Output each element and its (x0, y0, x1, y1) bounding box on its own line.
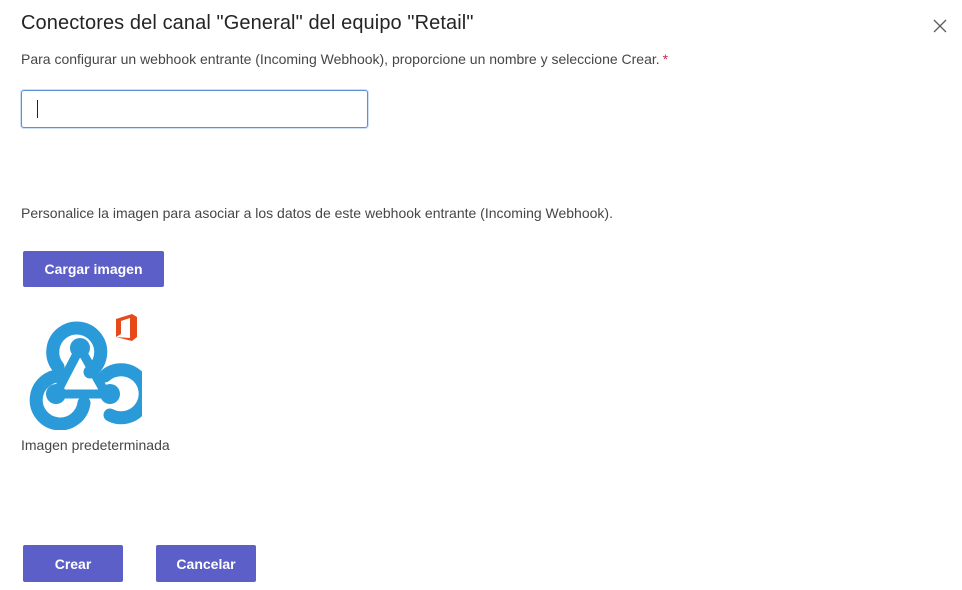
close-button[interactable] (929, 15, 951, 37)
connectors-dialog: Conectores del canal "General" del equip… (0, 0, 962, 590)
upload-image-button[interactable]: Cargar imagen (23, 251, 164, 287)
webhook-name-input[interactable] (21, 90, 368, 128)
customize-image-text: Personalice la imagen para asociar a los… (21, 205, 613, 221)
dialog-title: Conectores del canal "General" del equip… (21, 12, 474, 34)
required-asterisk: * (662, 51, 669, 67)
create-button[interactable]: Crear (23, 545, 123, 582)
cancel-button[interactable]: Cancelar (156, 545, 256, 582)
instruction-text: Para configurar un webhook entrante (Inc… (21, 51, 668, 67)
webhook-icon (29, 314, 152, 431)
default-image (20, 312, 152, 431)
close-icon (933, 19, 947, 33)
instruction-label: Para configurar un webhook entrante (Inc… (21, 51, 660, 67)
office-logo-icon (116, 314, 137, 341)
text-caret (37, 100, 38, 118)
default-image-caption: Imagen predeterminada (21, 437, 170, 453)
